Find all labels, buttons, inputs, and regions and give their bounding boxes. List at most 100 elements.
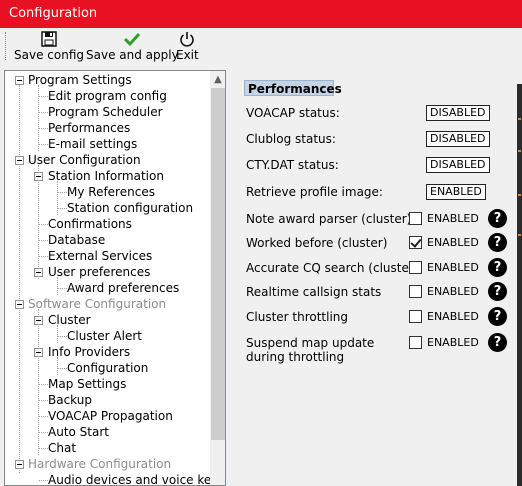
tree-item-external-services[interactable]: External Services xyxy=(48,248,152,264)
tree-connector xyxy=(38,309,39,455)
expander-software-configuration[interactable] xyxy=(15,300,24,309)
option-label: Realtime callsign stats xyxy=(246,285,382,299)
help-icon[interactable]: ? xyxy=(488,307,507,326)
settings-tree[interactable]: Program Settings Edit program config Pro… xyxy=(4,70,226,486)
tree-connector xyxy=(58,368,67,369)
exit-label: Exit xyxy=(176,48,199,62)
expander-program-settings[interactable] xyxy=(15,76,24,85)
tree-item-cluster[interactable]: Cluster xyxy=(48,312,91,328)
performances-panel: Performances VOACAP status: DISABLED Clu… xyxy=(240,78,522,486)
save-config-label: Save config xyxy=(14,48,84,62)
tree-item-software-configuration[interactable]: Software Configuration xyxy=(28,296,166,312)
profile-image-value[interactable]: ENABLED xyxy=(426,184,486,200)
tree-connector xyxy=(58,288,67,289)
option-label: Accurate CQ search (cluster) xyxy=(246,261,419,275)
tree-connector xyxy=(39,144,48,145)
help-icon[interactable]: ? xyxy=(488,333,507,352)
tree-item-user-preferences[interactable]: User preferences xyxy=(48,264,150,280)
tree-item-station-configuration[interactable]: Station configuration xyxy=(67,200,193,216)
tree-item-voacap-propagation[interactable]: VOACAP Propagation xyxy=(48,408,173,424)
tree-item-program-settings[interactable]: Program Settings xyxy=(28,72,132,88)
tree-connector xyxy=(39,432,48,433)
tree-item-hardware-configuration[interactable]: Hardware Configuration xyxy=(28,456,171,472)
tree-connector xyxy=(39,128,48,129)
expander-info-providers[interactable] xyxy=(34,348,43,357)
voacap-status-label: VOACAP status: xyxy=(246,106,340,120)
option-checkbox[interactable] xyxy=(409,212,422,225)
expander-user-configuration[interactable] xyxy=(15,156,24,165)
ctydat-status-label: CTY.DAT status: xyxy=(246,158,339,172)
tree-item-confirmations[interactable]: Confirmations xyxy=(48,216,132,232)
expander-hardware-configuration[interactable] xyxy=(15,460,24,469)
tree-connector xyxy=(39,112,48,113)
option-checkbox[interactable] xyxy=(409,261,422,274)
option-state: ENABLED xyxy=(427,212,479,225)
tree-item-auto-start[interactable]: Auto Start xyxy=(48,424,109,440)
ctydat-status-value[interactable]: DISABLED xyxy=(426,157,490,173)
save-config-button[interactable]: Save config xyxy=(14,30,84,62)
option-checkbox[interactable] xyxy=(409,236,422,249)
save-and-apply-button[interactable]: Save and apply xyxy=(86,30,179,62)
voacap-status-value[interactable]: DISABLED xyxy=(426,105,490,121)
tree-item-map-settings[interactable]: Map Settings xyxy=(48,376,126,392)
option-state: ENABLED xyxy=(427,261,479,274)
exit-button[interactable]: Exit xyxy=(176,30,199,62)
window-title: Configuration xyxy=(0,0,522,28)
tree-connector xyxy=(39,240,48,241)
help-icon[interactable]: ? xyxy=(488,209,507,228)
tree-item-backup[interactable]: Backup xyxy=(48,392,92,408)
tree-item-edit-program-config[interactable]: Edit program config xyxy=(48,88,167,104)
tree-connector xyxy=(39,96,48,97)
profile-image-label: Retrieve profile image: xyxy=(246,185,383,199)
tree-item-audio-devices[interactable]: Audio devices and voice keye xyxy=(48,472,210,485)
tree-item-configuration[interactable]: Configuration xyxy=(67,360,148,376)
tree-connector xyxy=(39,256,48,257)
tree-connector xyxy=(39,384,48,385)
option-label-line1: Suspend map update xyxy=(246,336,375,350)
tree-item-info-providers[interactable]: Info Providers xyxy=(48,344,130,360)
option-checkbox[interactable] xyxy=(409,336,422,349)
tree-item-performances[interactable]: Performances xyxy=(48,120,130,136)
tree-connector xyxy=(39,448,48,449)
tree-connector xyxy=(57,181,58,215)
clublog-status-value[interactable]: DISABLED xyxy=(426,131,490,147)
tree-item-my-references[interactable]: My References xyxy=(67,184,155,200)
help-icon[interactable]: ? xyxy=(488,258,507,277)
option-state: ENABLED xyxy=(427,310,479,323)
toolbar: Save config Save and apply Exit xyxy=(0,28,522,64)
expander-cluster[interactable] xyxy=(34,316,43,325)
scrollbar-thumb[interactable] xyxy=(211,88,225,440)
tree-item-email-settings[interactable]: E-mail settings xyxy=(48,136,137,152)
floppy-disk-icon xyxy=(41,31,57,47)
tree-connector xyxy=(58,192,67,193)
tree-connector xyxy=(19,85,20,473)
tree-scrollbar[interactable]: ▲ xyxy=(210,71,225,485)
power-icon xyxy=(180,32,195,47)
tree-connector xyxy=(39,416,48,417)
expander-station-information[interactable] xyxy=(34,172,43,181)
save-and-apply-label: Save and apply xyxy=(86,48,179,62)
scroll-up-arrow-icon[interactable]: ▲ xyxy=(210,71,225,88)
tree-connector xyxy=(38,85,39,151)
tree-item-user-configuration[interactable]: User Configuration xyxy=(28,152,141,168)
tree-item-cluster-alert[interactable]: Cluster Alert xyxy=(67,328,142,344)
tree-item-database[interactable]: Database xyxy=(48,232,105,248)
option-checkbox[interactable] xyxy=(409,310,422,323)
option-label: Cluster throttling xyxy=(246,310,349,324)
option-state: ENABLED xyxy=(427,336,479,349)
tree-item-chat[interactable]: Chat xyxy=(48,440,76,456)
tree-connector xyxy=(39,224,48,225)
tree-item-award-preferences[interactable]: Award preferences xyxy=(67,280,179,296)
option-label: Worked before (cluster) xyxy=(246,236,388,250)
tree-item-station-information[interactable]: Station Information xyxy=(48,168,164,184)
option-checkbox[interactable] xyxy=(409,285,422,298)
tree-connector xyxy=(39,400,48,401)
help-icon[interactable]: ? xyxy=(488,282,507,301)
background-window-edge xyxy=(517,84,522,486)
tree-connector xyxy=(39,480,48,481)
expander-user-preferences[interactable] xyxy=(34,268,43,277)
tree-item-program-scheduler[interactable]: Program Scheduler xyxy=(48,104,163,120)
option-label: Note award parser (cluster) xyxy=(246,212,412,226)
help-icon[interactable]: ? xyxy=(488,233,507,252)
toolbar-grip[interactable] xyxy=(5,32,7,60)
